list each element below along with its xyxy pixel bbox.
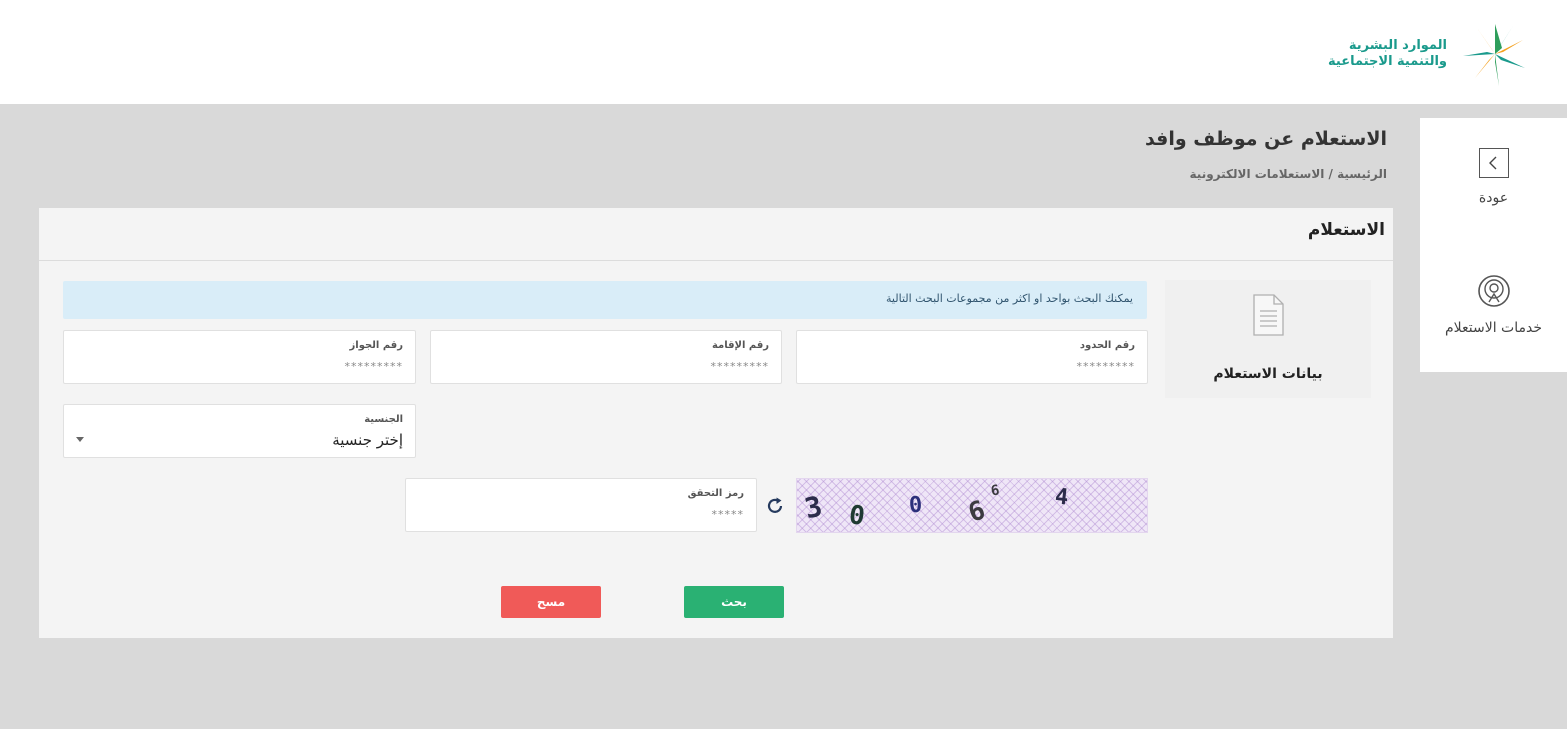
- captcha-code-label: رمز التحقق: [687, 488, 744, 499]
- captcha-code-placeholder: *****: [711, 508, 744, 521]
- services-button[interactable]: خدمات الاستعلام: [1420, 274, 1567, 336]
- page-title: الاستعلام عن موظف وافد: [1144, 128, 1387, 150]
- nationality-select[interactable]: الجنسية إختر جنسية: [63, 404, 416, 458]
- inquiry-card: الاستعلام بيانات الاستعلام يمكنك البحث ب…: [39, 208, 1393, 638]
- refresh-icon[interactable]: [764, 495, 786, 517]
- card-title: الاستعلام: [1307, 220, 1385, 240]
- captcha-code-field[interactable]: رمز التحقق *****: [405, 478, 757, 532]
- ministry-logo[interactable]: الموارد البشرية والتنمية الاجتماعية: [1325, 20, 1535, 88]
- document-icon: [1253, 294, 1284, 336]
- breadcrumb[interactable]: الرئيسية / الاستعلامات الالكترونية: [1190, 167, 1387, 181]
- captcha-char: 3: [801, 489, 826, 526]
- logo-star-icon: [1463, 24, 1525, 86]
- captcha-char: 0: [908, 492, 924, 519]
- back-button[interactable]: عودة: [1420, 148, 1567, 206]
- clear-button[interactable]: مسح: [501, 586, 601, 618]
- logo-text: الموارد البشرية والتنمية الاجتماعية: [1328, 38, 1447, 70]
- logo-line-2: والتنمية الاجتماعية: [1328, 54, 1447, 69]
- alert-text: يمكنك البحث بواحد او اكثر من مجموعات الب…: [886, 292, 1133, 305]
- dropdown-caret-icon: [76, 437, 84, 442]
- iqama-number-label: رقم الإقامة: [711, 340, 769, 351]
- passport-number-field[interactable]: رقم الجواز *********: [63, 330, 416, 384]
- border-number-label: رقم الحدود: [1079, 340, 1135, 351]
- captcha-char: 6: [964, 495, 989, 529]
- services-label: خدمات الاستعلام: [1444, 320, 1542, 336]
- info-alert: يمكنك البحث بواحد او اكثر من مجموعات الب…: [63, 281, 1147, 319]
- broadcast-icon: [1477, 275, 1510, 307]
- inquiry-info-panel: بيانات الاستعلام: [1165, 280, 1371, 398]
- logo-line-1: الموارد البشرية: [1348, 38, 1447, 53]
- passport-number-label: رقم الجواز: [349, 340, 403, 351]
- chevron-left-icon: [1478, 148, 1509, 178]
- captcha-image: 3 0 0 6 6 4: [796, 478, 1148, 533]
- top-bar: الموارد البشرية والتنمية الاجتماعية: [0, 0, 1567, 104]
- border-number-field[interactable]: رقم الحدود *********: [796, 330, 1148, 384]
- nationality-label: الجنسية: [364, 414, 403, 425]
- back-label: عودة: [1478, 190, 1509, 206]
- captcha-char: 6: [989, 482, 1001, 500]
- side-panel: عودة خدمات الاستعلام: [1420, 118, 1567, 372]
- border-number-placeholder: *********: [1076, 360, 1135, 373]
- search-button[interactable]: بحث: [684, 586, 784, 618]
- passport-number-placeholder: *********: [344, 360, 403, 373]
- captcha-char: 4: [1053, 484, 1070, 511]
- card-header: الاستعلام: [39, 208, 1393, 261]
- captcha-char: 0: [846, 500, 867, 532]
- iqama-number-placeholder: *********: [710, 360, 769, 373]
- nationality-selected: إختر جنسية: [332, 431, 403, 449]
- iqama-number-field[interactable]: رقم الإقامة *********: [430, 330, 782, 384]
- inquiry-info-label: بيانات الاستعلام: [1213, 366, 1323, 382]
